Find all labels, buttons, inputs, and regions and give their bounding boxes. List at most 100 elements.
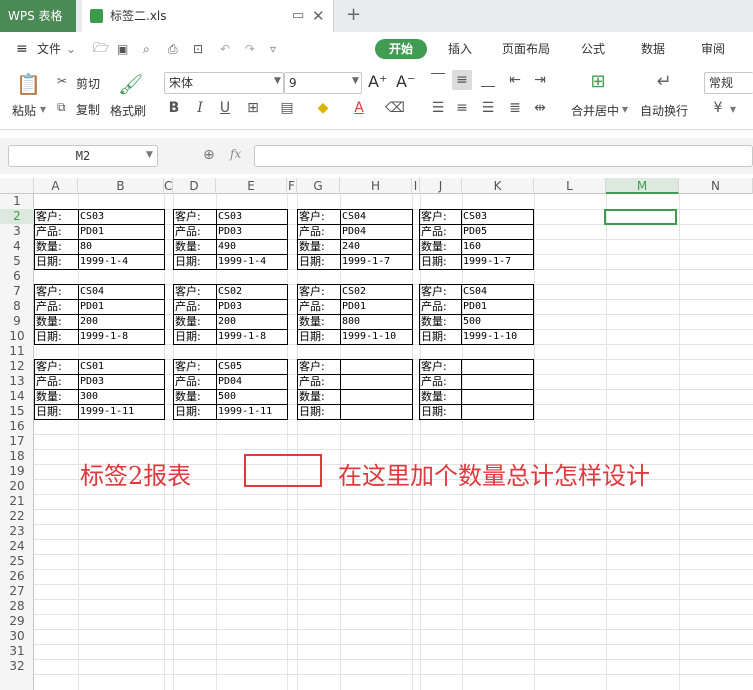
card-value-date[interactable]: 1999-1-10 (461, 329, 534, 345)
card-label-date[interactable]: 日期: (419, 329, 462, 345)
align-center-icon[interactable]: ≡ (452, 98, 472, 118)
row-header-8[interactable]: 8 (0, 299, 34, 314)
card-value-product[interactable]: PD01 (340, 299, 413, 315)
card-value-customer[interactable]: CS04 (340, 209, 413, 225)
row-header-15[interactable]: 15 (0, 404, 34, 419)
card-value-date[interactable]: 1999-1-8 (78, 329, 165, 345)
card-value-product[interactable]: PD01 (461, 299, 534, 315)
card-label-product[interactable]: 产品: (297, 374, 341, 390)
card-label-date[interactable]: 日期: (419, 404, 462, 420)
card-value-product[interactable]: PD05 (461, 224, 534, 240)
chevron-down-icon[interactable]: ▼ (274, 76, 281, 86)
card-label-customer[interactable]: 客户: (173, 209, 217, 225)
wrap-text-button[interactable]: 自动换行 (640, 102, 688, 119)
align-bottom-icon[interactable]: ⎽ (478, 70, 498, 90)
card-label-customer[interactable]: 客户: (34, 284, 79, 300)
card-label-quantity[interactable]: 数量: (297, 239, 341, 255)
row-header-1[interactable]: 1 (0, 194, 34, 209)
row-header-27[interactable]: 27 (0, 584, 34, 599)
row-header-23[interactable]: 23 (0, 524, 34, 539)
card-label-customer[interactable]: 客户: (297, 284, 341, 300)
card-value-product[interactable]: PD04 (216, 374, 288, 390)
file-menu[interactable]: 文件 (37, 32, 61, 66)
format-painter-icon[interactable]: 🖌 (118, 72, 143, 96)
card-value-date[interactable]: 1999-1-7 (340, 254, 413, 270)
card-value-quantity[interactable] (461, 389, 534, 405)
card-value-product[interactable]: PD01 (78, 224, 165, 240)
row-header-28[interactable]: 28 (0, 599, 34, 614)
column-header-b[interactable]: B (78, 178, 164, 194)
card-label-product[interactable]: 产品: (297, 299, 341, 315)
card-label-customer[interactable]: 客户: (173, 284, 217, 300)
row-header-7[interactable]: 7 (0, 284, 34, 299)
card-label-customer[interactable]: 客户: (419, 359, 462, 375)
row-header-21[interactable]: 21 (0, 494, 34, 509)
cut-button[interactable]: 剪切 (76, 75, 100, 92)
more-icon[interactable]: ▿ (270, 32, 276, 66)
underline-button[interactable]: U (215, 98, 235, 118)
window-icon[interactable]: ▭ (292, 8, 304, 23)
card-label-customer[interactable]: 客户: (419, 284, 462, 300)
card-value-quantity[interactable]: 80 (78, 239, 165, 255)
chevron-down-icon[interactable]: ▾ (40, 102, 46, 116)
new-tab-icon[interactable]: + (346, 4, 361, 25)
card-value-customer[interactable]: CS03 (78, 209, 165, 225)
card-label-quantity[interactable]: 数量: (419, 239, 462, 255)
column-header-e[interactable]: E (216, 178, 287, 194)
card-label-product[interactable]: 产品: (173, 224, 217, 240)
row-header-14[interactable]: 14 (0, 389, 34, 404)
tab-data[interactable]: 数据 (641, 32, 665, 66)
align-middle-icon[interactable]: ≡ (452, 70, 472, 90)
card-label-date[interactable]: 日期: (34, 404, 79, 420)
column-header-d[interactable]: D (173, 178, 216, 194)
row-header-19[interactable]: 19 (0, 464, 34, 479)
card-label-product[interactable]: 产品: (173, 374, 217, 390)
card-label-quantity[interactable]: 数量: (173, 239, 217, 255)
column-header-f[interactable]: F (287, 178, 297, 194)
card-value-quantity[interactable] (340, 389, 413, 405)
font-name-select[interactable]: 宋体 (164, 72, 284, 94)
chevron-down-icon[interactable]: ▾ (730, 102, 736, 116)
align-left-icon[interactable]: ☰ (428, 98, 448, 118)
copy-button[interactable]: 复制 (76, 101, 100, 118)
column-header-l[interactable]: L (534, 178, 606, 194)
card-label-date[interactable]: 日期: (419, 254, 462, 270)
card-value-date[interactable]: 1999-1-11 (78, 404, 165, 420)
save-icon[interactable]: ▣ (117, 32, 128, 66)
clear-format-icon[interactable]: ⌫ (385, 98, 405, 118)
row-header-17[interactable]: 17 (0, 434, 34, 449)
card-value-product[interactable]: PD03 (78, 374, 165, 390)
card-value-customer[interactable] (461, 359, 534, 375)
card-label-date[interactable]: 日期: (173, 254, 217, 270)
formula-input[interactable] (254, 145, 753, 167)
card-value-date[interactable] (461, 404, 534, 420)
tab-review[interactable]: 审阅 (701, 32, 725, 66)
card-label-customer[interactable]: 客户: (173, 359, 217, 375)
card-value-date[interactable]: 1999-1-7 (461, 254, 534, 270)
card-label-product[interactable]: 产品: (173, 299, 217, 315)
card-value-quantity[interactable]: 490 (216, 239, 288, 255)
row-header-26[interactable]: 26 (0, 569, 34, 584)
grow-font-button[interactable]: A⁺ (368, 72, 387, 91)
merge-icon[interactable]: ⊞ (588, 72, 608, 92)
row-header-30[interactable]: 30 (0, 629, 34, 644)
row-header-29[interactable]: 29 (0, 614, 34, 629)
card-value-quantity[interactable]: 300 (78, 389, 165, 405)
currency-icon[interactable]: ¥ (708, 98, 728, 118)
fx-icon[interactable]: fx (230, 147, 241, 161)
card-label-quantity[interactable]: 数量: (419, 314, 462, 330)
wrap-icon[interactable]: ↵ (654, 72, 674, 92)
shrink-font-button[interactable]: A⁻ (396, 72, 415, 91)
align-right-icon[interactable]: ☰ (478, 98, 498, 118)
row-header-22[interactable]: 22 (0, 509, 34, 524)
column-header-i[interactable]: I (412, 178, 420, 194)
row-header-25[interactable]: 25 (0, 554, 34, 569)
font-color-icon[interactable]: A (349, 98, 369, 118)
zoom-icon[interactable]: ⊕ (203, 147, 215, 163)
undo-icon[interactable]: ↶ (220, 32, 230, 66)
card-value-customer[interactable] (340, 359, 413, 375)
print-preview-icon[interactable]: ⊡ (193, 32, 203, 66)
card-label-date[interactable]: 日期: (297, 404, 341, 420)
card-value-quantity[interactable]: 200 (78, 314, 165, 330)
row-header-20[interactable]: 20 (0, 479, 34, 494)
